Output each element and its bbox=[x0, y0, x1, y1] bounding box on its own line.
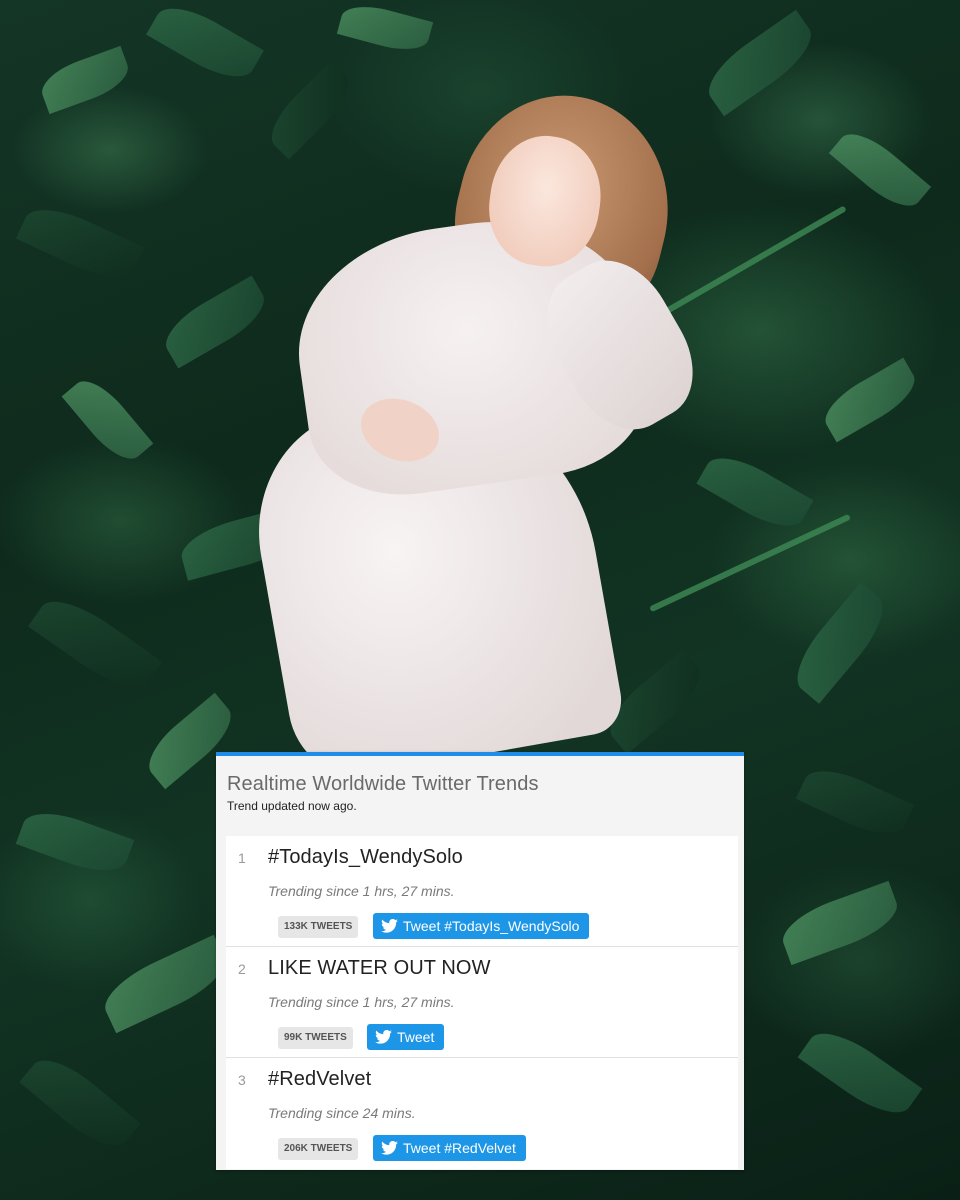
leaf bbox=[828, 122, 932, 218]
trend-since: Trending since 1 hrs, 27 mins. bbox=[268, 883, 455, 899]
fern bbox=[649, 513, 851, 613]
trend-item: 3 #RedVelvet Trending since 24 mins. 206… bbox=[226, 1058, 738, 1169]
tweet-button-label: Tweet #RedVelvet bbox=[403, 1140, 516, 1156]
leaf bbox=[696, 445, 814, 539]
leaf bbox=[795, 758, 915, 846]
tweet-button-label: Tweet bbox=[397, 1029, 435, 1045]
tweet-count-badge: 206K TWEETS bbox=[278, 1138, 359, 1160]
trend-item: 1 #TodayIs_WendySolo Trending since 1 hr… bbox=[226, 836, 738, 947]
leaf bbox=[27, 587, 163, 701]
trend-since: Trending since 1 hrs, 27 mins. bbox=[268, 994, 455, 1010]
leaf bbox=[95, 934, 235, 1034]
leaf bbox=[816, 357, 924, 443]
trend-name[interactable]: #RedVelvet bbox=[268, 1068, 371, 1091]
leaf bbox=[260, 60, 360, 160]
leaf bbox=[19, 1046, 141, 1160]
tweet-count-badge: 99K TWEETS bbox=[278, 1027, 353, 1049]
trend-rank: 1 bbox=[238, 850, 246, 866]
fern bbox=[653, 205, 847, 321]
leaf bbox=[775, 880, 905, 966]
leaf bbox=[146, 0, 264, 90]
tweet-count-badge: 133K TWEETS bbox=[278, 916, 359, 938]
card-header: Realtime Worldwide Twitter Trends Trend … bbox=[216, 756, 744, 830]
trend-list: 1 #TodayIs_WendySolo Trending since 1 hr… bbox=[226, 836, 738, 1169]
trend-since: Trending since 24 mins. bbox=[268, 1105, 416, 1121]
leaf bbox=[15, 196, 145, 290]
leaf bbox=[15, 802, 135, 882]
card-title: Realtime Worldwide Twitter Trends bbox=[227, 773, 539, 795]
leaf bbox=[783, 582, 897, 704]
tweet-button-label: Tweet #TodayIs_WendySolo bbox=[403, 918, 580, 934]
trends-card: Realtime Worldwide Twitter Trends Trend … bbox=[216, 752, 744, 1170]
leaf bbox=[797, 1019, 923, 1127]
leaf bbox=[697, 9, 823, 117]
leaf bbox=[156, 275, 274, 369]
trend-item: 2 LIKE WATER OUT NOW Trending since 1 hr… bbox=[226, 947, 738, 1058]
trend-rank: 2 bbox=[238, 961, 246, 977]
leaf bbox=[336, 0, 434, 58]
tweet-button[interactable]: Tweet #RedVelvet bbox=[373, 1135, 526, 1161]
card-subtitle: Trend updated now ago. bbox=[227, 799, 357, 813]
trend-name[interactable]: #TodayIs_WendySolo bbox=[268, 846, 463, 869]
leaf bbox=[35, 45, 135, 115]
tweet-button[interactable]: Tweet #TodayIs_WendySolo bbox=[373, 913, 590, 939]
twitter-bird-icon bbox=[381, 1141, 398, 1155]
trend-name[interactable]: LIKE WATER OUT NOW bbox=[268, 957, 491, 980]
trend-rank: 3 bbox=[238, 1072, 246, 1088]
leaf bbox=[61, 370, 154, 470]
twitter-bird-icon bbox=[381, 919, 398, 933]
twitter-bird-icon bbox=[375, 1030, 392, 1044]
tweet-button[interactable]: Tweet bbox=[367, 1024, 445, 1050]
